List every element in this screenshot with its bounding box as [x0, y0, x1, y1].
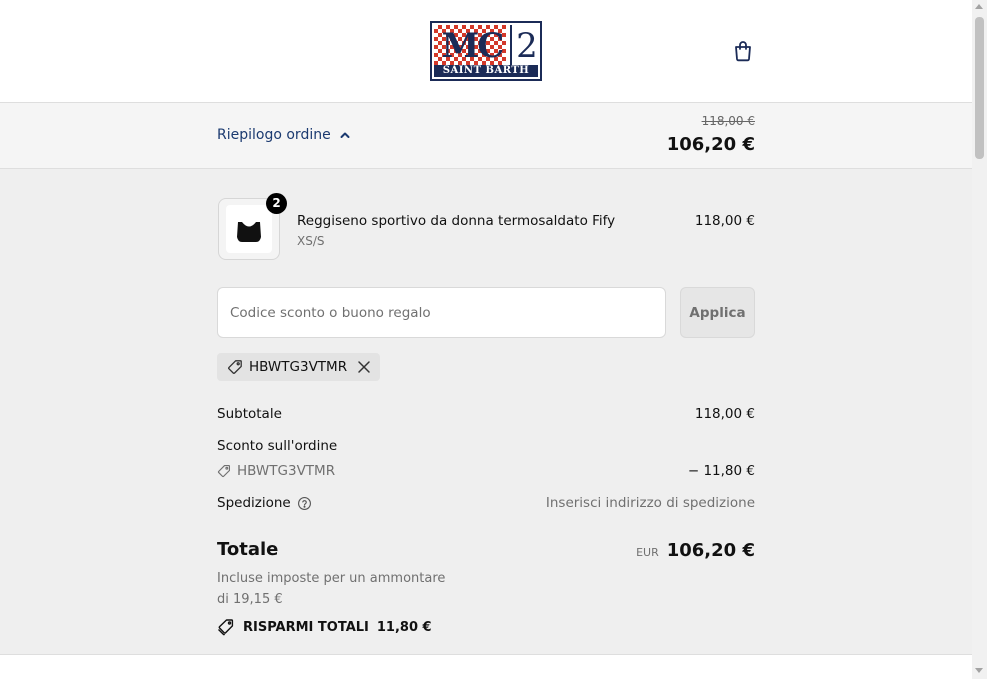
logo-number: 2	[510, 25, 542, 67]
order-discount-code: HBWTG3VTMR	[217, 463, 335, 479]
original-price: 118,00 €	[701, 114, 755, 128]
product-name: Reggiseno sportivo da donna termosaldato…	[297, 213, 616, 229]
chevron-up-icon	[340, 132, 350, 138]
tag-icon	[228, 360, 242, 374]
total-amount: EUR 106,20 €	[636, 540, 755, 561]
order-discount-label: Sconto sull'ordine	[217, 438, 338, 454]
shipping-row-label: Spedizione	[217, 495, 312, 511]
total-label: Totale	[217, 539, 279, 560]
tag-icon	[217, 465, 230, 478]
total-value: 106,20 €	[666, 540, 755, 561]
total-savings-label: RISPARMI TOTALI	[243, 619, 369, 635]
brand-logo[interactable]: MC 2 SAINT BARTH	[430, 21, 542, 81]
order-discount-code-text: HBWTG3VTMR	[237, 463, 336, 479]
quantity-badge: 2	[266, 193, 287, 214]
subtotal-label: Subtotale	[217, 406, 282, 422]
order-summary-details: 2 Reggiseno sportivo da donna termosalda…	[0, 169, 972, 654]
scrollbar-thumb[interactable]	[975, 17, 984, 159]
apply-discount-button[interactable]: Applica	[680, 287, 755, 338]
total-currency: EUR	[636, 546, 659, 559]
tags-icon	[218, 619, 234, 636]
subtotal-value: 118,00 €	[694, 406, 755, 422]
discount-code-input[interactable]	[217, 287, 666, 338]
order-summary-toggle[interactable]: Riepilogo ordine	[217, 127, 351, 143]
order-summary-toggle-label: Riepilogo ordine	[217, 127, 331, 143]
divider	[0, 654, 972, 655]
tax-note: Incluse imposte per un ammontare di 19,1…	[217, 571, 446, 607]
order-summary-bar: Riepilogo ordine 118,00 € 106,20 €	[0, 103, 972, 169]
help-circle-icon[interactable]	[297, 496, 312, 511]
scroll-up-arrow-icon[interactable]	[975, 4, 983, 9]
logo-tagline: SAINT BARTH	[434, 65, 538, 77]
product-variant: XS/S	[297, 234, 325, 248]
applied-discount-chip: HBWTG3VTMR	[217, 353, 381, 381]
page-scrollbar[interactable]	[972, 0, 987, 679]
order-discount-value: − 11,80 €	[687, 463, 755, 479]
applied-discount-code: HBWTG3VTMR	[249, 359, 348, 375]
shipping-label: Spedizione	[217, 495, 291, 511]
sports-bra-image	[237, 222, 261, 242]
checkout-page: MC 2 SAINT BARTH Riepilogo ordine 118,00…	[0, 0, 972, 679]
logo-mark: MC	[441, 26, 505, 66]
product-image	[226, 205, 272, 253]
product-price: 118,00 €	[694, 213, 755, 229]
close-icon[interactable]	[357, 360, 371, 374]
total-savings-value: 11,80 €	[376, 619, 432, 635]
scroll-down-arrow-icon[interactable]	[975, 668, 983, 673]
shipping-value: Inserisci indirizzo di spedizione	[545, 495, 755, 511]
total-savings: RISPARMI TOTALI 11,80 €	[217, 618, 432, 636]
summary-total-price: 106,20 €	[666, 134, 755, 155]
site-header: MC 2 SAINT BARTH	[0, 0, 972, 103]
shopping-bag-icon[interactable]	[731, 39, 755, 63]
